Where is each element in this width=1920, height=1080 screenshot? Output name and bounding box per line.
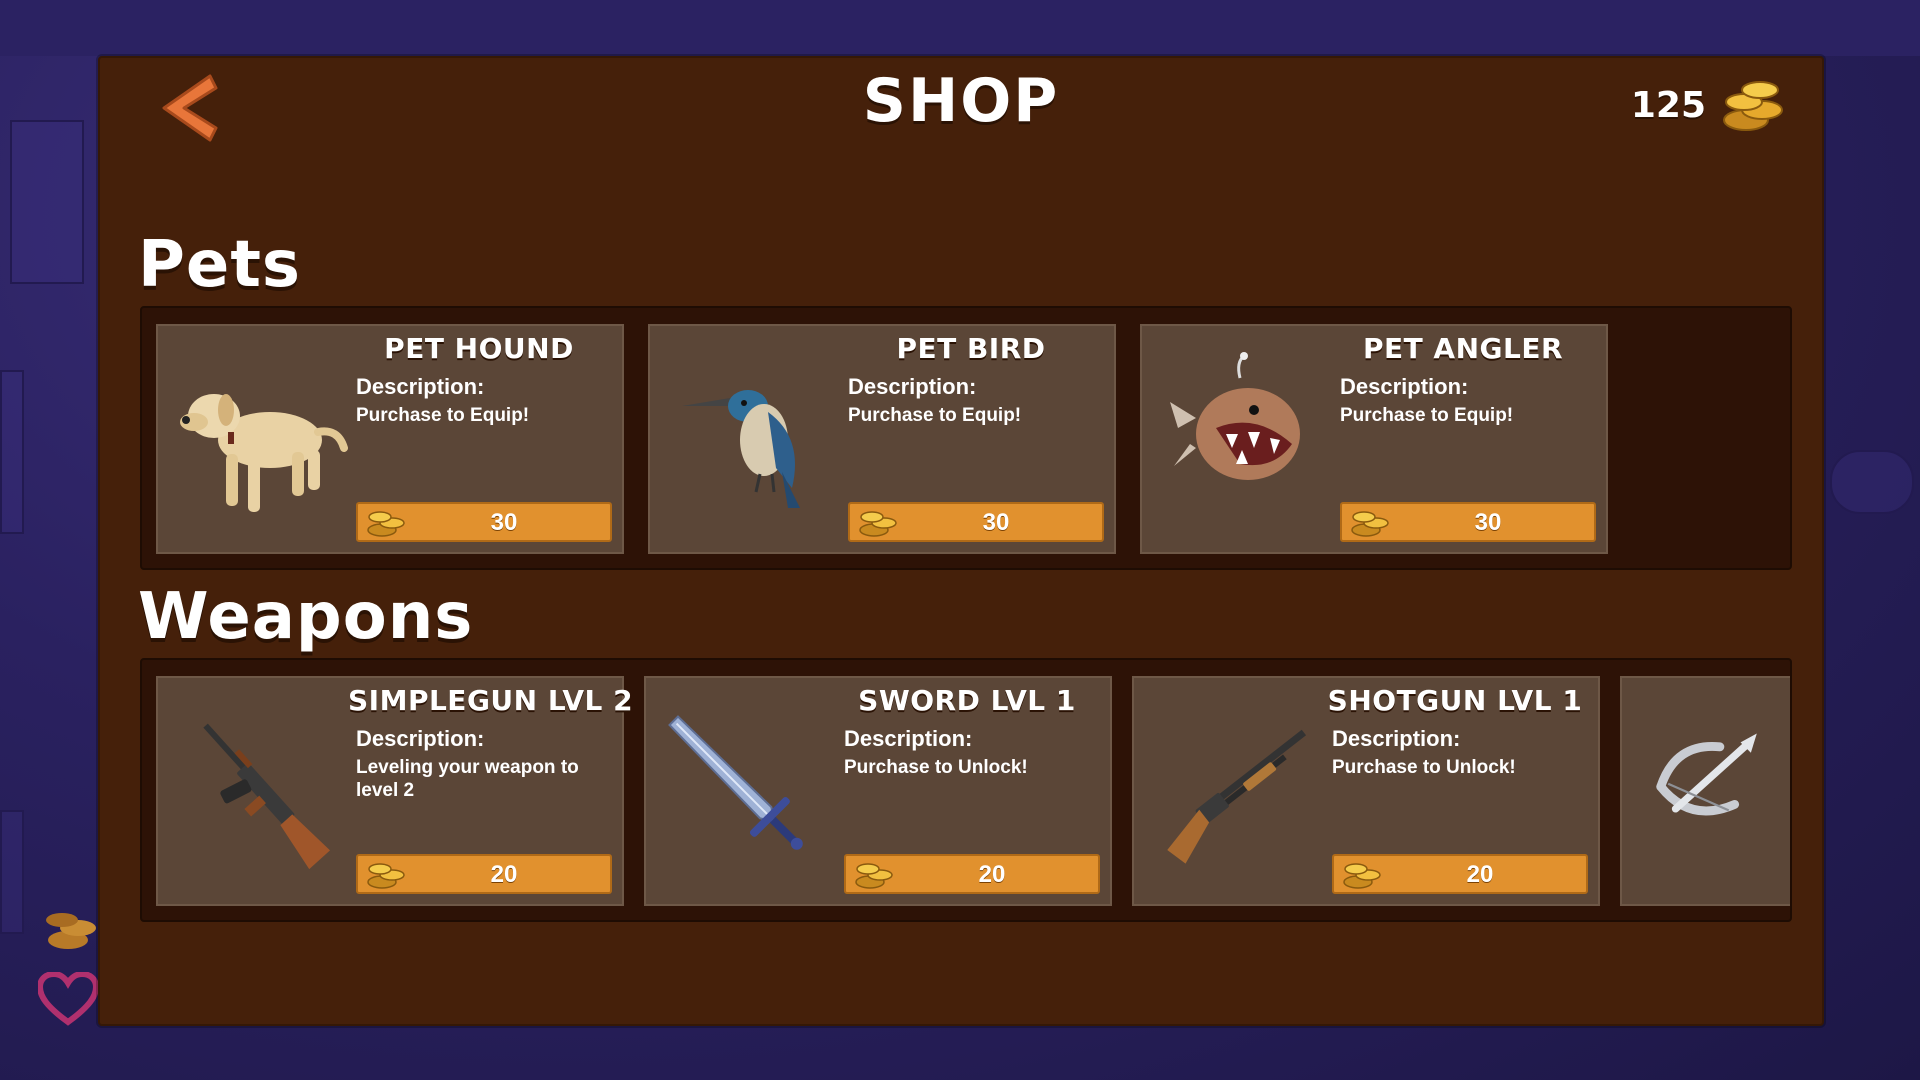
buy-button[interactable]: 30 <box>848 502 1104 542</box>
card-title: SimpleGun LVL 2 <box>348 684 634 717</box>
shotgun-icon <box>1167 729 1307 864</box>
bird-icon <box>682 390 800 508</box>
pets-shelf: Pet Hound Description: Purchase to Equip… <box>140 306 1792 570</box>
sword-icon <box>668 715 803 850</box>
shop-card-crossbow[interactable] <box>1620 676 1790 906</box>
price-label: 20 <box>978 861 1006 888</box>
rifle-icon <box>203 723 331 870</box>
background-wall <box>0 0 1920 56</box>
description-label: Description: <box>1340 374 1469 399</box>
coin-stack-icon <box>46 913 96 949</box>
buy-button[interactable]: 20 <box>844 854 1100 894</box>
buy-button[interactable]: 20 <box>356 854 612 894</box>
description-text: Purchase to Equip! <box>1340 405 1514 426</box>
anglerfish-icon <box>1170 352 1300 480</box>
card-title: Sword LVL 1 <box>858 684 1076 717</box>
card-title: Pet Angler <box>1362 332 1564 365</box>
card-title: Pet Hound <box>384 332 574 365</box>
price-label: 30 <box>490 509 518 536</box>
buy-button[interactable]: 30 <box>1340 502 1596 542</box>
shop-card-sword[interactable]: Sword LVL 1 Description: Purchase to Unl… <box>644 676 1112 906</box>
coin-stack-icon <box>1723 81 1783 131</box>
shop-card-pet-bird[interactable]: Pet Bird Description: Purchase to Equip!… <box>648 324 1116 554</box>
weapons-section-title: Weapons <box>138 580 474 654</box>
shop-panel: SHOP 125 Pets Pet <box>98 56 1824 1026</box>
description-label: Description: <box>844 726 973 751</box>
buy-button[interactable]: 20 <box>1332 854 1588 894</box>
card-title: Pet Bird <box>896 332 1046 365</box>
shop-card-shotgun[interactable]: Shotgun LVL 1 Description: Purchase to U… <box>1132 676 1600 906</box>
heart-icon <box>38 972 98 1026</box>
description-label: Description: <box>356 374 485 399</box>
shop-card-pet-hound[interactable]: Pet Hound Description: Purchase to Equip… <box>156 324 624 554</box>
card-title: Shotgun LVL 1 <box>1327 684 1583 717</box>
pets-section-title: Pets <box>138 228 301 302</box>
dog-icon <box>180 394 348 512</box>
background-tile <box>1830 450 1914 514</box>
price-label: 30 <box>982 509 1010 536</box>
page-title: SHOP <box>862 66 1060 136</box>
buy-button[interactable]: 30 <box>356 502 612 542</box>
description-label: Description: <box>848 374 977 399</box>
weapons-shelf: SimpleGun LVL 2 Description: Leveling yo… <box>140 658 1792 922</box>
background-tile <box>0 370 24 534</box>
shop-card-pet-angler[interactable]: Pet Angler Description: Purchase to Equi… <box>1140 324 1608 554</box>
description-label: Description: <box>1332 726 1461 751</box>
description-text: Purchase to Unlock! <box>844 757 1028 778</box>
shop-card-simplegun[interactable]: SimpleGun LVL 2 Description: Leveling yo… <box>156 676 634 906</box>
background-tile <box>10 120 84 284</box>
coin-balance: 125 <box>1631 70 1788 140</box>
description-label: Description: <box>356 726 485 751</box>
crossbow-icon <box>1656 733 1757 816</box>
price-label: 30 <box>1474 509 1502 536</box>
description-text: Leveling your weapon to level 2 <box>356 757 579 801</box>
price-label: 20 <box>1466 861 1494 888</box>
price-label: 20 <box>490 861 518 888</box>
description-text: Purchase to Unlock! <box>1332 757 1516 778</box>
description-text: Purchase to Equip! <box>356 405 530 426</box>
background-tile <box>0 810 24 934</box>
description-text: Purchase to Equip! <box>848 405 1022 426</box>
coin-count: 125 <box>1630 84 1706 126</box>
